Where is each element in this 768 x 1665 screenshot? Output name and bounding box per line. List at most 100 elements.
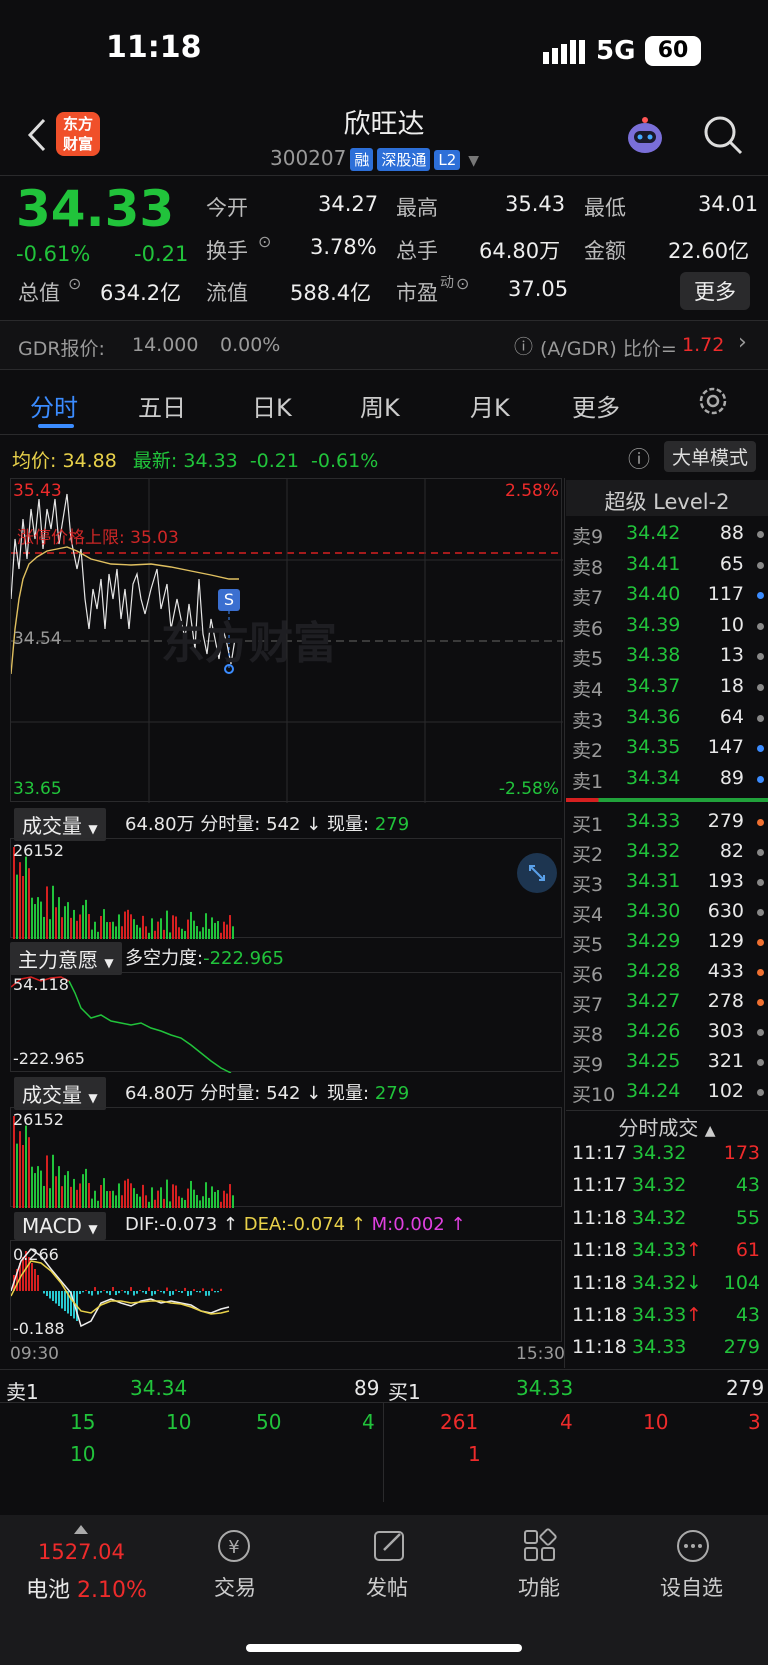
volume-bar (157, 1190, 159, 1208)
search-icon[interactable] (702, 114, 744, 156)
buy-order-volume: 278 (707, 990, 744, 1012)
chevron-right-icon[interactable]: › (738, 330, 747, 355)
sell-order-level: 卖6 (572, 617, 604, 640)
buy-order-level: 买3 (572, 874, 604, 896)
tick-arrow: ↓ (686, 1271, 702, 1294)
status-time: 11:18 (106, 30, 202, 65)
macd-indicator-select[interactable]: MACD ▼ (14, 1212, 106, 1240)
big-order-mode-button[interactable]: 大单模式 (664, 441, 757, 472)
latest-label: 最新: (132, 450, 178, 472)
macd-m: M:0.002 ↑ (371, 1214, 466, 1235)
volume-bar (55, 907, 57, 939)
gdr-price: 14.000 (132, 334, 199, 356)
macd-chart[interactable]: 0.266 -0.188 (10, 1240, 562, 1342)
tick-title[interactable]: 分时成交 ▲ (566, 1112, 768, 1141)
buy-order-dot-icon (757, 849, 764, 856)
tab-monthly-k[interactable]: 月K (470, 388, 510, 423)
info-icon[interactable]: ⊙ (456, 274, 469, 293)
post-edit-icon[interactable] (370, 1526, 410, 1566)
stock-code-row[interactable]: 300207 融深股通 L2 ▼ (270, 146, 479, 171)
tick-volume: 279 (723, 1336, 760, 1359)
buy-order-price: 34.33 (626, 810, 681, 832)
volume-bar (121, 926, 123, 939)
tick-price: 34.33 (632, 1336, 687, 1359)
volume-chart[interactable]: 26152 (10, 838, 562, 939)
volume-bar (199, 931, 201, 939)
volume-bar (16, 1143, 18, 1208)
vol-total: 64.80万 (125, 814, 195, 835)
buy-order-price: 34.25 (626, 1050, 681, 1072)
macd-bar (142, 1291, 144, 1293)
volume-bar (226, 1193, 228, 1208)
nav-trade[interactable]: 交易 (214, 1572, 256, 1602)
sell-order-price: 34.34 (626, 766, 681, 789)
volume-bar (79, 914, 81, 939)
macd-bar (133, 1291, 135, 1296)
volume-chart-2[interactable]: 26152 (10, 1107, 562, 1208)
index-value[interactable]: 1527.04 (38, 1540, 125, 1564)
sell-order-dot-icon (757, 653, 764, 661)
volume-bar (106, 1191, 108, 1208)
nav-post[interactable]: 发帖 (366, 1572, 408, 1602)
sell-queue-item: 15 (70, 1410, 96, 1434)
tab-more[interactable]: 更多 (572, 388, 620, 423)
volume-bar (130, 914, 132, 939)
expand-icon[interactable] (517, 853, 557, 893)
volume-bar (112, 1190, 114, 1208)
buy-order-dot-icon (757, 969, 764, 976)
info-icon[interactable]: ⊙ (258, 232, 271, 251)
nav-add-watchlist[interactable]: 设自选 (660, 1572, 723, 1602)
level2-title[interactable]: 超级 Level-2 (566, 486, 768, 516)
robot-assistant-icon[interactable] (622, 114, 668, 160)
volume-bar (154, 1199, 156, 1208)
tab-intraday[interactable]: 分时 (30, 388, 78, 423)
force-chart[interactable]: 54.118 -222.965 (10, 972, 562, 1073)
volume-bar (163, 929, 165, 939)
volume-bar (115, 1195, 117, 1208)
amount-label: 金额 (584, 239, 626, 263)
volume-title: 成交量 (22, 814, 82, 838)
buy-order-price: 34.31 (626, 870, 681, 892)
force-value: -222.965 (203, 948, 285, 969)
watermark: 东方财富 (161, 618, 337, 669)
volume-bar (181, 1197, 183, 1208)
help-icon[interactable]: ⓘ (628, 442, 650, 474)
volume-bar (22, 1145, 24, 1208)
volume-bar (70, 917, 72, 939)
nav-functions[interactable]: 功能 (518, 1572, 560, 1602)
volume-bar (223, 921, 225, 939)
buy-order-volume: 129 (707, 930, 744, 952)
vol-arrow: ↓ (306, 1083, 322, 1104)
sell-order-dot-icon (757, 745, 764, 753)
help-icon[interactable]: ⓘ (514, 332, 533, 359)
volume-bar (139, 927, 141, 939)
more-button[interactable]: 更多 (680, 272, 750, 310)
more-dots-icon[interactable] (673, 1526, 713, 1566)
tab-daily-k[interactable]: 日K (252, 388, 292, 423)
macd-bar (208, 1291, 210, 1296)
info-icon[interactable]: ⊙ (68, 274, 81, 293)
macd-bar (115, 1291, 117, 1296)
chevron-down-icon: ▼ (88, 1222, 98, 1236)
volume-bar (106, 922, 108, 939)
volume-indicator-select[interactable]: 成交量 ▼ (14, 808, 106, 841)
settings-gear-icon[interactable] (696, 384, 730, 418)
sell-order-dot-icon (757, 561, 764, 569)
index-row[interactable]: 电池 2.10% (26, 1572, 147, 1604)
tab-weekly-k[interactable]: 周K (360, 388, 400, 423)
volume-indicator-select-2[interactable]: 成交量 ▼ (14, 1077, 106, 1110)
tab-five-day[interactable]: 五日 (138, 388, 186, 423)
trade-yen-icon[interactable]: ¥ (214, 1526, 254, 1566)
force-indicator-select[interactable]: 主力意愿 ▼ (10, 942, 122, 975)
tick-price: 34.33 (632, 1239, 687, 1262)
buy-order-volume: 102 (707, 1080, 744, 1102)
functions-grid-icon[interactable] (520, 1526, 560, 1566)
volume-bar (73, 909, 75, 939)
buy-order-dot-icon (757, 819, 764, 826)
price-chart[interactable]: S 东方财富 涨停价格上限: 35.03 35.43 2.58% 34.54 3… (10, 478, 563, 803)
bottom-buy-label: 买1 (388, 1380, 421, 1404)
volume-bar (28, 868, 30, 939)
volume-bar (19, 862, 21, 939)
macd-bar (52, 1291, 54, 1301)
svg-text:¥: ¥ (228, 1537, 239, 1558)
